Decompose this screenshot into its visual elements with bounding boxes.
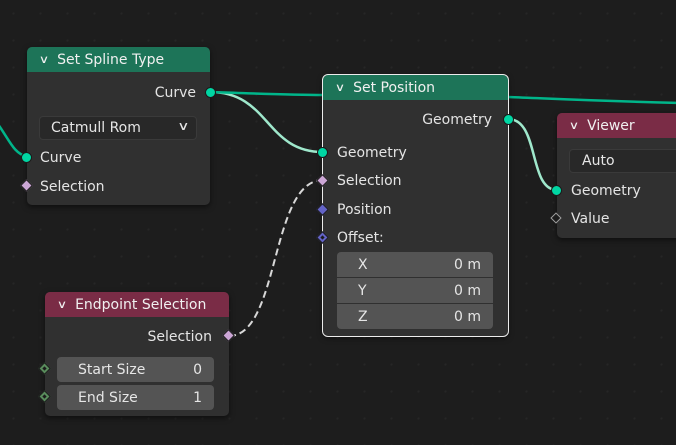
offset-z-label: Z (358, 308, 368, 325)
start-size-value: 0 (193, 361, 202, 378)
set-spline-type-curve-output-socket[interactable] (205, 87, 216, 98)
spline-type-value: Catmull Rom (51, 120, 141, 136)
output-selection-label: Selection (147, 329, 212, 345)
chevron-down-icon[interactable]: ∨ (39, 53, 49, 66)
input-geometry-label: Geometry (337, 145, 407, 161)
viewer-header[interactable]: ∨ Viewer (557, 113, 676, 138)
viewer-domain-dropdown[interactable]: Auto (569, 149, 676, 173)
spline-type-dropdown[interactable]: Catmull Rom ∨ (39, 116, 197, 140)
endpoint-selection-title: Endpoint Selection (75, 296, 207, 313)
offset-x-field[interactable]: X 0 m (337, 252, 493, 277)
set-position-header[interactable]: ∨ Set Position (323, 75, 508, 100)
viewer-value-label: Value (571, 211, 610, 227)
viewer-node[interactable]: ∨ Viewer Auto Geometry Value (557, 113, 676, 238)
set-spline-type-node[interactable]: ∨ Set Spline Type Curve Catmull Rom ∨ Cu… (27, 47, 210, 205)
input-selection-label: Selection (337, 173, 402, 189)
offset-x-label: X (358, 256, 368, 273)
set-spline-type-header[interactable]: ∨ Set Spline Type (27, 47, 210, 72)
set-position-geometry-input-socket[interactable] (317, 147, 328, 158)
set-spline-type-curve-input-socket[interactable] (21, 152, 32, 163)
input-offset-label: Offset: (337, 230, 384, 246)
set-spline-type-title: Set Spline Type (57, 51, 165, 68)
end-size-value: 1 (193, 389, 202, 406)
start-size-field[interactable]: Start Size 0 (57, 357, 214, 382)
endpoint-selection-node[interactable]: ∨ Endpoint Selection Selection Start Siz… (45, 292, 229, 416)
link-geometry-offscreen[interactable] (507, 95, 676, 105)
set-position-geometry-output-socket[interactable] (503, 114, 514, 125)
link-selection-to-selection[interactable] (228, 179, 324, 337)
input-selection-label: Selection (40, 179, 105, 195)
chevron-down-icon[interactable]: ∨ (335, 81, 345, 94)
start-size-label: Start Size (78, 361, 146, 378)
offset-x-value: 0 m (454, 256, 481, 273)
chevron-down-icon[interactable]: ∨ (57, 298, 67, 311)
offset-z-value: 0 m (454, 308, 481, 325)
link-geometry-to-viewer[interactable] (507, 117, 558, 192)
offset-y-value: 0 m (454, 282, 481, 299)
end-size-field[interactable]: End Size 1 (57, 385, 214, 410)
offset-y-field[interactable]: Y 0 m (337, 278, 493, 303)
chevron-down-icon[interactable]: ∨ (569, 119, 579, 132)
output-curve-label: Curve (154, 85, 196, 101)
set-position-node[interactable]: ∨ Set Position Geometry Geometry Selecti… (322, 74, 509, 337)
endpoint-selection-header[interactable]: ∨ Endpoint Selection (45, 292, 229, 317)
set-position-title: Set Position (353, 79, 436, 96)
link-curve-to-geometry[interactable] (209, 90, 324, 154)
input-curve-label: Curve (40, 150, 82, 166)
link-incoming-curve[interactable] (0, 120, 28, 159)
offset-y-label: Y (358, 282, 367, 299)
viewer-geometry-socket[interactable] (551, 185, 562, 196)
end-size-label: End Size (78, 389, 138, 406)
offset-z-field[interactable]: Z 0 m (337, 304, 493, 329)
viewer-domain-value: Auto (582, 153, 615, 169)
chevron-down-icon: ∨ (177, 119, 190, 133)
output-geometry-label: Geometry (422, 112, 492, 128)
input-position-label: Position (337, 202, 392, 218)
viewer-title: Viewer (587, 117, 635, 134)
viewer-geometry-label: Geometry (571, 183, 641, 199)
